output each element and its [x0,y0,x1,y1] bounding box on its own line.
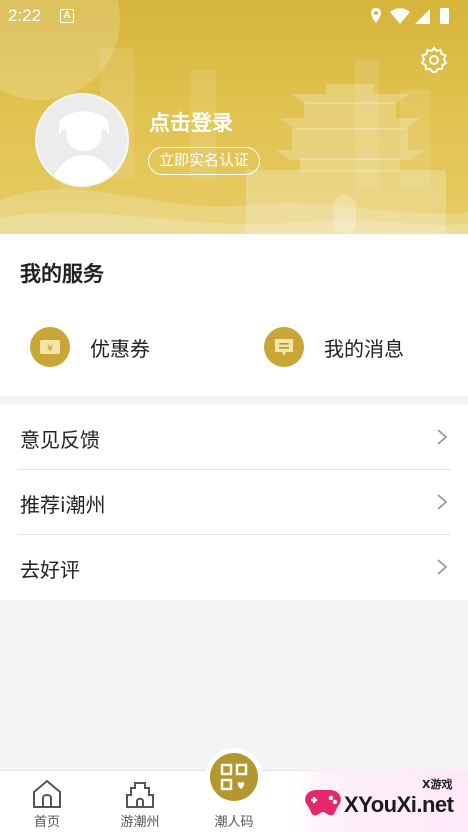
wifi-icon [390,8,410,24]
settings-gear-icon[interactable] [420,46,448,74]
rate-label: 去好评 [20,558,80,582]
coupon-label: 优惠券 [90,336,150,361]
service-messages[interactable]: 我的消息 [264,327,404,367]
verify-identity-button[interactable]: 立即实名认证 [148,147,261,175]
nav-home-label: 首页 [33,815,60,830]
watermark: XYouXi.net X游戏 [292,770,468,832]
message-icon [264,327,304,367]
chevron-right-icon [437,559,448,575]
nav-explore[interactable]: 游潮州 [100,771,180,832]
service-coupon[interactable]: ¥ 优惠券 [30,327,150,367]
profile-header: 2:22 A 点击登录 立即实名认证 [0,0,468,234]
qr-code-icon [220,763,248,791]
watermark-brand: XYouXi.net [344,792,454,817]
nav-home[interactable]: 首页 [7,771,87,832]
feedback-label: 意见反馈 [20,428,100,452]
avatar[interactable] [35,93,129,187]
my-services-section: 我的服务 ¥ 优惠券 我的消息 [0,234,468,396]
nav-explore-label: 游潮州 [120,815,160,830]
coupon-icon: ¥ [30,327,70,367]
home-icon [33,779,61,808]
chevron-right-icon [437,494,448,510]
pagoda-icon [126,782,154,808]
chevron-right-icon [437,429,448,445]
settings-list: 意见反馈 推荐i潮州 去好评 [0,405,468,600]
messages-label: 我的消息 [324,336,404,361]
nav-qr-label: 潮人码 [214,815,254,830]
watermark-sub: X游戏 [422,778,453,791]
svg-text:¥: ¥ [47,344,53,354]
notification-badge: A [60,9,74,23]
qr-code-button[interactable] [205,748,263,806]
list-item-recommend[interactable]: 推荐i潮州 [0,470,468,535]
list-item-rate[interactable]: 去好评 [0,535,468,600]
signal-icon [415,9,430,24]
default-avatar-icon [51,111,117,185]
gamepad-logo-icon [305,790,341,816]
status-icons [371,8,449,24]
status-bar: 2:22 A [0,0,468,32]
status-time: 2:22 [8,6,42,25]
list-item-feedback[interactable]: 意见反馈 [0,405,468,470]
battery-icon [440,8,449,24]
location-icon [371,8,381,23]
services-title: 我的服务 [20,262,104,286]
recommend-label: 推荐i潮州 [20,493,106,517]
login-prompt[interactable]: 点击登录 [149,107,233,137]
